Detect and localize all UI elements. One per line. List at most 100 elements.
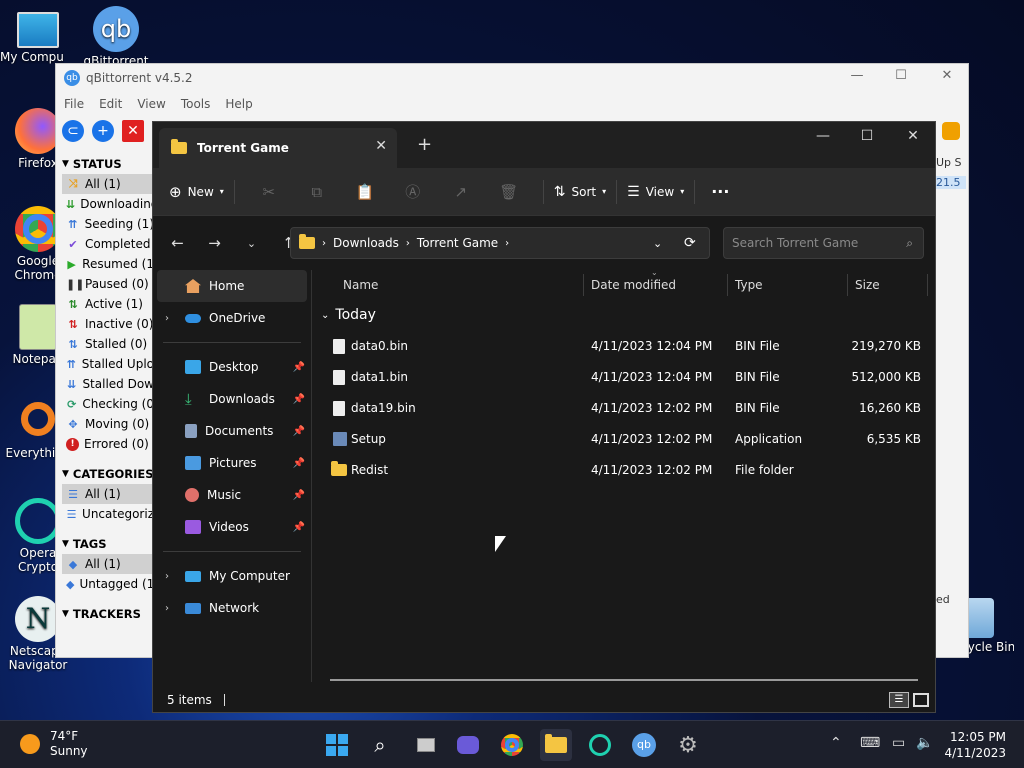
settings-taskbar-button[interactable]: ⚙ (672, 729, 704, 761)
filter-stalled[interactable]: ⇅ Stalled (0) (62, 334, 154, 354)
delete-icon[interactable]: ✕ (122, 120, 144, 142)
filter-paused[interactable]: ❚❚ Paused (0) (62, 274, 154, 294)
close-tab-icon[interactable]: ✕ (375, 138, 387, 154)
filter-stalled-uploading[interactable]: ⇈ Stalled Uplo (62, 354, 154, 374)
explorer-tab[interactable]: Torrent Game ✕ (159, 128, 397, 168)
lock-icon[interactable] (942, 122, 960, 140)
search-input[interactable]: Search Torrent Game ⌕ (723, 227, 924, 259)
pin-icon[interactable]: 📌 (293, 522, 305, 533)
nav-network[interactable]: › Network (153, 592, 311, 624)
new-button[interactable]: ⊕ New ▾ (169, 176, 224, 208)
column-divider[interactable] (583, 274, 584, 296)
menu-tools[interactable]: Tools (181, 97, 211, 111)
tiles-view-icon[interactable] (913, 693, 929, 707)
minimize-button[interactable]: — (803, 128, 843, 144)
pin-icon[interactable]: 📌 (293, 490, 305, 501)
nav-my-computer[interactable]: › My Computer (153, 560, 311, 592)
breadcrumb-downloads[interactable]: Downloads (333, 236, 399, 250)
category-all[interactable]: ☰ All (1) (62, 484, 154, 504)
pin-icon[interactable]: 📌 (293, 458, 305, 469)
nav-documents[interactable]: Documents 📌 (153, 415, 311, 447)
filter-stalled-downloading[interactable]: ⇊ Stalled Dow (62, 374, 154, 394)
file-explorer-taskbar-button[interactable] (540, 729, 572, 761)
desktop-icon-qbittorrent[interactable]: qb qBittorrent (78, 6, 154, 64)
filter-completed[interactable]: ✔ Completed (62, 234, 154, 254)
add-link-icon[interactable]: ⊂ (62, 120, 84, 142)
add-torrent-icon[interactable]: + (92, 120, 114, 142)
chrome-taskbar-button[interactable] (496, 729, 528, 761)
filter-resumed[interactable]: ▶ Resumed (1 (62, 254, 154, 274)
filter-all[interactable]: ⤨ All (1) (62, 174, 154, 194)
start-button[interactable] (321, 729, 353, 761)
file-row[interactable]: Redist 4/11/2023 12:02 PM File folder (315, 454, 929, 485)
tags-section-header[interactable]: ▼ TAGS (62, 534, 154, 554)
task-view-button[interactable] (410, 729, 442, 761)
filter-downloading[interactable]: ⇊ Downloading (62, 194, 154, 214)
address-dropdown-icon[interactable]: ⌄ (653, 237, 662, 250)
qbittorrent-titlebar[interactable]: qb qBittorrent v4.5.2 — ☐ ✕ (56, 64, 968, 92)
keyboard-icon[interactable]: ⌨ (860, 735, 880, 751)
nav-downloads[interactable]: ⤓ Downloads 📌 (153, 383, 311, 415)
pin-icon[interactable]: 📌 (293, 394, 305, 405)
category-uncategorized[interactable]: ☰ Uncategoriz (62, 504, 154, 524)
rename-icon[interactable]: Ⓐ (389, 181, 437, 202)
categories-section-header[interactable]: ▼ CATEGORIES (62, 464, 154, 484)
forward-button[interactable]: → (198, 234, 231, 252)
volume-icon[interactable]: 🔈 (916, 735, 933, 751)
more-options-button[interactable]: ··· (705, 176, 729, 208)
breadcrumb-torrent-game[interactable]: Torrent Game (417, 236, 498, 250)
filter-inactive[interactable]: ⇅ Inactive (0) (62, 314, 154, 334)
trackers-section-header[interactable]: ▼ TRACKERS (62, 604, 154, 624)
chat-button[interactable] (452, 729, 484, 761)
nav-desktop[interactable]: Desktop 📌 (153, 351, 311, 383)
tag-all[interactable]: ◆ All (1) (62, 554, 154, 574)
nav-pictures[interactable]: Pictures 📌 (153, 447, 311, 479)
search-button[interactable]: ⌕ (364, 729, 396, 761)
file-row[interactable]: data0.bin 4/11/2023 12:04 PM BIN File 21… (315, 330, 929, 361)
share-icon[interactable]: ↗ (437, 183, 485, 201)
tag-untagged[interactable]: ◆ Untagged (1 (62, 574, 154, 594)
filter-checking[interactable]: ⟳ Checking (0 (62, 394, 154, 414)
menu-file[interactable]: File (64, 97, 84, 111)
recent-locations-button[interactable]: ⌄ (235, 237, 268, 250)
address-bar[interactable]: › Downloads › Torrent Game › ⌄ ⟳ (290, 227, 710, 259)
view-button[interactable]: ☰ View ▾ (627, 176, 684, 208)
sort-button[interactable]: ⇅ Sort ▾ (554, 176, 606, 208)
back-button[interactable]: ← (161, 234, 194, 252)
column-header-name[interactable]: Name (343, 278, 378, 292)
minimize-button[interactable]: — (842, 68, 872, 83)
file-row[interactable]: Setup 4/11/2023 12:02 PM Application 6,5… (315, 423, 929, 454)
menu-edit[interactable]: Edit (99, 97, 122, 111)
menu-view[interactable]: View (137, 97, 165, 111)
refresh-icon[interactable]: ⟳ (684, 235, 696, 251)
new-tab-button[interactable]: + (417, 134, 432, 155)
filter-seeding[interactable]: ⇈ Seeding (1) (62, 214, 154, 234)
maximize-button[interactable]: ☐ (847, 128, 887, 144)
system-clock[interactable]: 12:05 PM 4/11/2023 (944, 729, 1006, 761)
column-divider[interactable] (847, 274, 848, 296)
file-explorer-window[interactable]: Torrent Game ✕ + — ☐ ✕ ⊕ New ▾ ✂ ⧉ 📋 Ⓐ ↗ 🗑… (152, 121, 936, 713)
column-divider[interactable] (927, 274, 928, 296)
filter-active[interactable]: ⇅ Active (1) (62, 294, 154, 314)
network-tray-icon[interactable]: ▭ (892, 735, 905, 751)
status-section-header[interactable]: ▼ STATUS (62, 154, 154, 174)
menu-help[interactable]: Help (225, 97, 252, 111)
maximize-button[interactable]: ☐ (886, 68, 916, 83)
details-view-icon[interactable]: ☰ (889, 692, 909, 708)
column-header-type[interactable]: Type (735, 278, 763, 292)
nav-onedrive[interactable]: › OneDrive (153, 302, 311, 334)
cut-icon[interactable]: ✂ (245, 183, 293, 201)
column-header-up-speed[interactable]: Up S (936, 156, 966, 176)
nav-home[interactable]: Home (157, 270, 307, 302)
copy-icon[interactable]: ⧉ (293, 183, 341, 201)
pin-icon[interactable]: 📌 (293, 362, 305, 373)
show-hidden-icons-chevron[interactable]: ⌃ (830, 735, 842, 751)
column-divider[interactable] (727, 274, 728, 296)
delete-icon[interactable]: 🗑 (485, 183, 533, 201)
nav-videos[interactable]: Videos 📌 (153, 511, 311, 543)
opera-taskbar-button[interactable] (584, 729, 616, 761)
horizontal-scrollbar[interactable] (330, 679, 918, 681)
filter-errored[interactable]: ! Errored (0) (62, 434, 154, 454)
group-header-today[interactable]: ⌄ Today (315, 300, 929, 330)
desktop-icon-my-computer[interactable]: My Computer (0, 8, 76, 64)
